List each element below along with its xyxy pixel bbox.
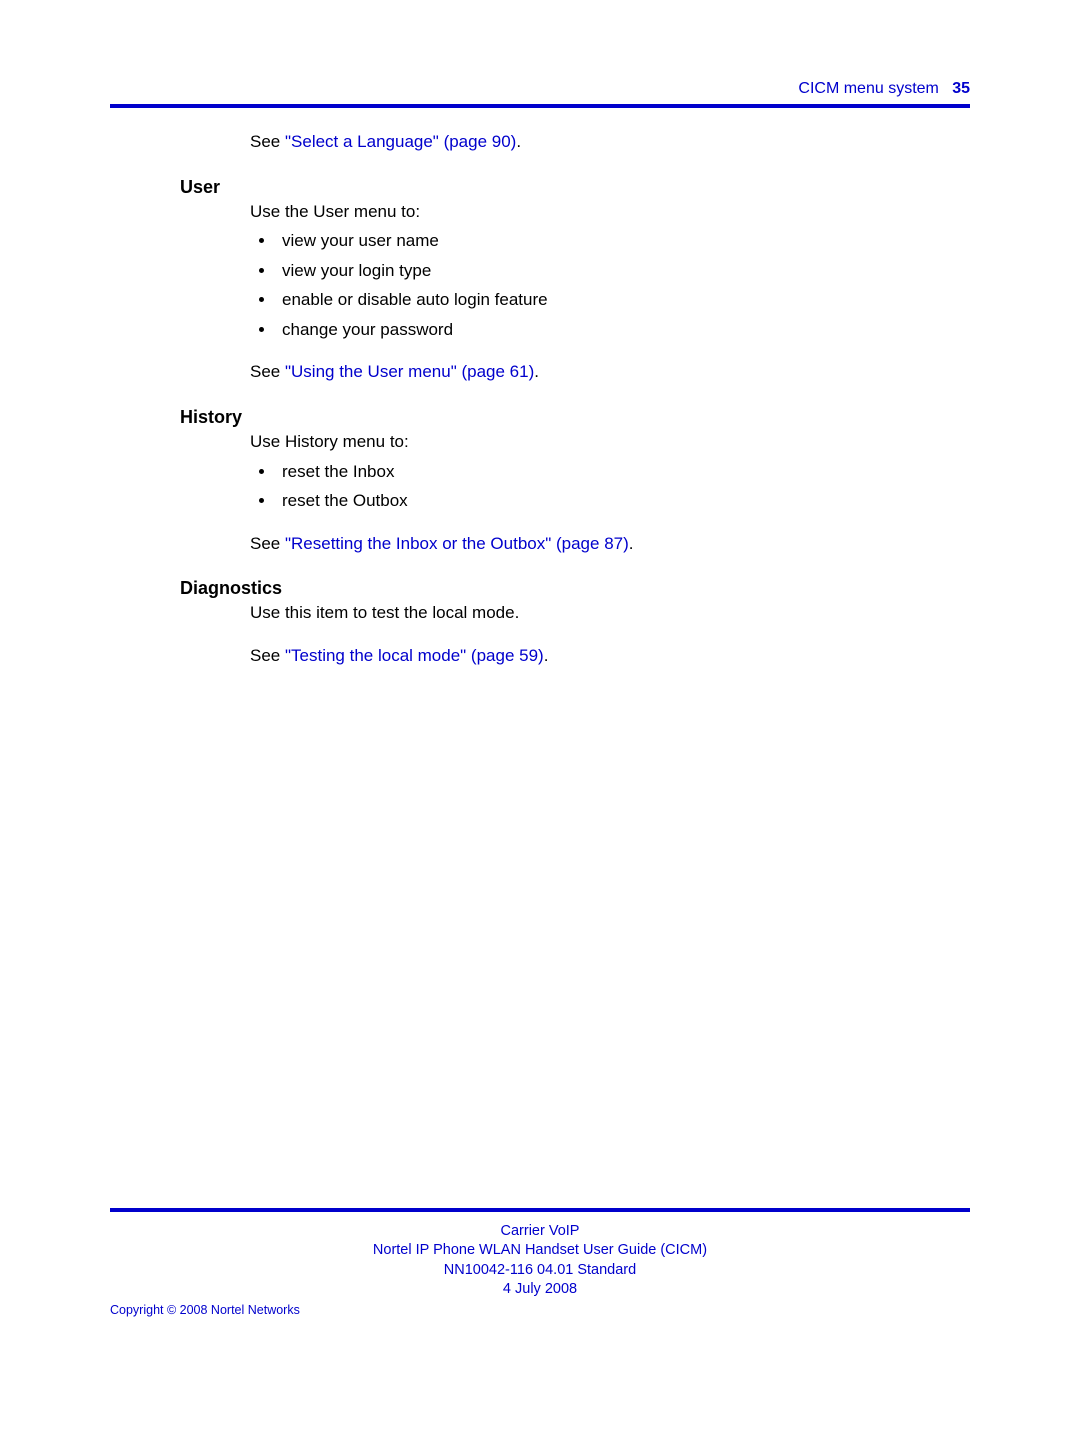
history-intro: Use History menu to: xyxy=(250,430,960,455)
footer: Carrier VoIP Nortel IP Phone WLAN Handse… xyxy=(110,1208,970,1300)
list-item: change your password xyxy=(276,317,960,343)
header-title: CICM menu system xyxy=(798,80,938,97)
header-rule xyxy=(110,104,970,108)
user-list: view your user name view your login type… xyxy=(276,228,960,342)
diagnostics-intro: Use this item to test the local mode. xyxy=(250,601,960,626)
history-see: See "Resetting the Inbox or the Outbox" … xyxy=(250,532,960,557)
user-see: See "Using the User menu" (page 61). xyxy=(250,360,960,385)
copyright: Copyright © 2008 Nortel Networks xyxy=(110,1303,300,1317)
footer-line1: Carrier VoIP xyxy=(110,1222,970,1242)
heading-user: User xyxy=(180,177,960,198)
list-item: enable or disable auto login feature xyxy=(276,287,960,313)
footer-line4: 4 July 2008 xyxy=(110,1280,970,1300)
footer-rule xyxy=(110,1208,970,1212)
link-user-menu[interactable]: "Using the User menu" (page 61) xyxy=(285,362,534,381)
footer-line2: Nortel IP Phone WLAN Handset User Guide … xyxy=(110,1241,970,1261)
page-number: 35 xyxy=(952,80,970,97)
link-select-language[interactable]: "Select a Language" (page 90) xyxy=(285,132,516,151)
running-header: CICM menu system 35 xyxy=(110,80,970,98)
link-test-local-mode[interactable]: "Testing the local mode" (page 59) xyxy=(285,646,544,665)
intro-see: See "Select a Language" (page 90). xyxy=(250,130,960,155)
list-item: view your user name xyxy=(276,228,960,254)
list-item: reset the Outbox xyxy=(276,488,960,514)
list-item: reset the Inbox xyxy=(276,459,960,485)
list-item: view your login type xyxy=(276,258,960,284)
history-list: reset the Inbox reset the Outbox xyxy=(276,459,960,514)
diagnostics-see: See "Testing the local mode" (page 59). xyxy=(250,644,960,669)
footer-line3: NN10042-116 04.01 Standard xyxy=(110,1261,970,1281)
heading-history: History xyxy=(180,407,960,428)
heading-diagnostics: Diagnostics xyxy=(180,578,960,599)
link-reset-inbox-outbox[interactable]: "Resetting the Inbox or the Outbox" (pag… xyxy=(285,534,629,553)
user-intro: Use the User menu to: xyxy=(250,200,960,225)
